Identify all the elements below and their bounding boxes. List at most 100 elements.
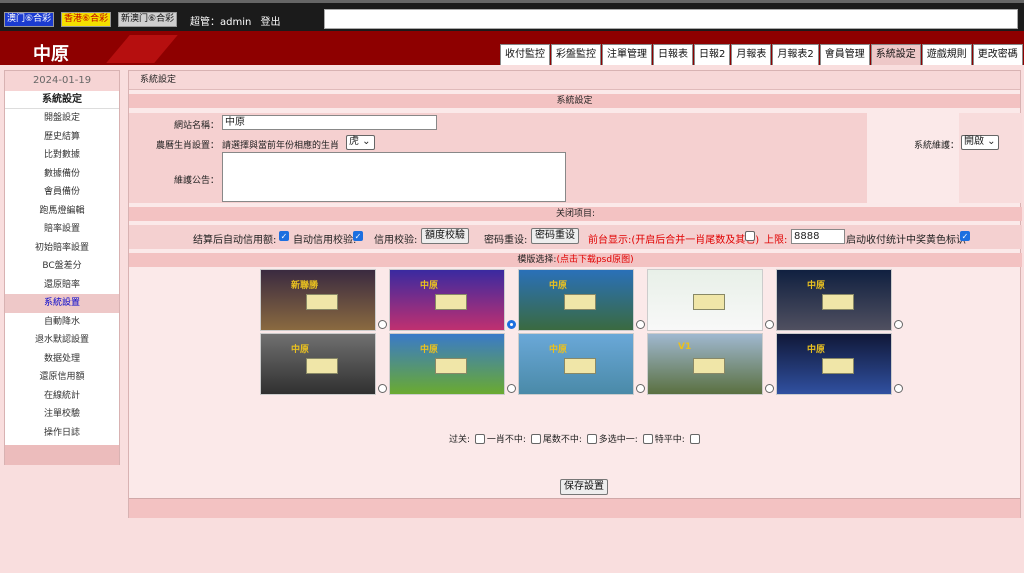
sidebar-item-11[interactable]: 自動降水 — [5, 313, 119, 332]
template-radio-9[interactable] — [894, 384, 903, 393]
template-thumbnail-2[interactable]: 中原 — [518, 269, 634, 331]
zodiac-select[interactable]: 虎 ⌄ — [346, 135, 375, 150]
sidebar-item-4[interactable]: 會員備份 — [5, 183, 119, 202]
sidebar-item-12[interactable]: 退水默認設置 — [5, 331, 119, 350]
sidebar-item-16[interactable]: 注單校驗 — [5, 405, 119, 424]
template-radio-4[interactable] — [894, 320, 903, 329]
logout-link[interactable]: 登出 — [261, 17, 281, 28]
template-thumbnail-5[interactable]: 中原 — [260, 333, 376, 395]
save-settings-button[interactable]: 保存設置 — [560, 479, 608, 495]
lottery-macau-link[interactable]: 澳门⑥合彩 — [4, 12, 55, 27]
sidebar-item-8[interactable]: BC盤差分 — [5, 257, 119, 276]
template-thumbnail-0[interactable]: 新聯勝 — [260, 269, 376, 331]
yellow-mark-checkbox[interactable]: ✓ — [960, 231, 970, 241]
maintenance-value: 開啟 — [964, 136, 984, 147]
pass-option-0: 一肖不中: — [486, 435, 526, 445]
pass-checkbox-0[interactable] — [474, 434, 485, 444]
credit-verify-button[interactable]: 額度校驗 — [421, 228, 469, 244]
sidebar-item-9[interactable]: 還原賠率 — [5, 276, 119, 295]
sidebar-item-3[interactable]: 數據備份 — [5, 165, 119, 184]
template-login-box-1 — [435, 294, 467, 310]
template-label-1: 中原 — [420, 281, 439, 291]
tab-0[interactable]: 收付監控 — [500, 44, 550, 65]
template-label-6: 中原 — [420, 345, 439, 355]
pass-checkbox-2[interactable] — [586, 434, 597, 444]
page-title: 系統設定 — [129, 71, 1020, 90]
yellow-mark-label: 启动收付统计中奖黄色标识 — [846, 235, 966, 246]
sidebar-item-14[interactable]: 還原信用額 — [5, 368, 119, 387]
sidebar-item-15[interactable]: 在線統計 — [5, 387, 119, 406]
template-thumbnail-9[interactable]: 中原 — [776, 333, 892, 395]
template-radio-5[interactable] — [378, 384, 387, 393]
template-radio-8[interactable] — [765, 384, 774, 393]
template-radio-0[interactable] — [378, 320, 387, 329]
template-login-box-0 — [306, 294, 338, 310]
sidebar-item-2[interactable]: 比對數據 — [5, 146, 119, 165]
sidebar-title: 系統設定 — [5, 91, 119, 109]
template-thumbnail-7[interactable]: 中原 — [518, 333, 634, 395]
pass-checkbox-4[interactable] — [689, 434, 700, 444]
sidebar-item-0[interactable]: 開盤設定 — [5, 109, 119, 128]
sidebar-item-10[interactable]: 系統設置 — [5, 294, 119, 313]
template-radio-2[interactable] — [636, 320, 645, 329]
template-label-4: 中原 — [807, 281, 826, 291]
upper-limit-input[interactable]: 8888 — [791, 229, 845, 244]
sidebar-item-1[interactable]: 歷史結算 — [5, 128, 119, 147]
notice-label: 維護公告： — [173, 176, 219, 186]
notice-textarea[interactable] — [222, 152, 566, 202]
tab-9[interactable]: 遊戲規則 — [921, 44, 972, 65]
tab-4[interactable]: 日報2 — [694, 44, 731, 65]
tab-2[interactable]: 注單管理 — [602, 44, 652, 65]
template-download-link[interactable]: (点击下载psd原图) — [556, 255, 633, 265]
maintenance-select[interactable]: 開啟 ⌄ — [961, 135, 999, 150]
template-thumbnail-8[interactable]: V1 — [647, 333, 763, 395]
tab-3[interactable]: 日報表 — [653, 44, 693, 65]
sidebar-item-7[interactable]: 初始賠率設置 — [5, 239, 119, 258]
front-merge-checkbox[interactable] — [745, 231, 755, 241]
tab-6[interactable]: 月報表2 — [772, 44, 819, 65]
template-radio-3[interactable] — [765, 320, 774, 329]
brand-logo: 中原 — [33, 44, 69, 65]
zodiac-value: 虎 — [349, 136, 359, 147]
lottery-new-macau-link[interactable]: 新澳门⑥合彩 — [118, 12, 178, 27]
sidebar-item-17[interactable]: 操作日誌 — [5, 424, 119, 443]
pass-checkbox-3[interactable] — [642, 434, 653, 444]
template-label-8: V1 — [678, 342, 692, 352]
sidebar-item-13[interactable]: 数据处理 — [5, 350, 119, 369]
template-label-7: 中原 — [549, 345, 568, 355]
user-info: 超管：admin 登出 — [190, 13, 287, 28]
template-login-box-3 — [693, 294, 725, 310]
template-thumbnail-4[interactable]: 中原 — [776, 269, 892, 331]
template-radio-1[interactable] — [507, 320, 516, 329]
main-footer — [129, 498, 1020, 518]
tab-7[interactable]: 會員管理 — [819, 44, 870, 65]
marquee-ticker — [324, 9, 1018, 29]
sidebar-item-6[interactable]: 賠率設置 — [5, 220, 119, 239]
auto-verify-label: 自动信用校验: — [293, 235, 357, 246]
sidebar-date: 2024-01-19 — [5, 71, 119, 91]
template-label-5: 中原 — [291, 345, 310, 355]
template-radio-7[interactable] — [636, 384, 645, 393]
settings-right-panel: 開啟 ⌄ — [959, 113, 1022, 203]
template-thumbnail-1[interactable]: 中原 — [389, 269, 505, 331]
tab-5[interactable]: 月報表 — [731, 44, 772, 65]
template-radio-6[interactable] — [507, 384, 516, 393]
tab-1[interactable]: 彩盤監控 — [551, 44, 601, 65]
template-login-box-5 — [306, 358, 338, 374]
sidebar-item-5[interactable]: 跑馬燈編輯 — [5, 202, 119, 221]
password-reset-button[interactable]: 密码重设 — [531, 228, 579, 244]
template-login-box-2 — [564, 294, 596, 310]
tab-10[interactable]: 更改密碼 — [972, 44, 1023, 65]
section-title: 系統設定 — [129, 94, 1020, 108]
template-thumbnail-6[interactable]: 中原 — [389, 333, 505, 395]
close-items-row: 结算后自动信用额: ✓ 自动信用校验: ✓ 信用校验: 額度校驗 密码重设: 密… — [129, 225, 1022, 249]
lottery-hongkong-link[interactable]: 香港⑥合彩 — [61, 12, 112, 27]
pass-checkbox-1[interactable] — [530, 434, 541, 444]
template-thumbnail-3[interactable] — [647, 269, 763, 331]
password-reset-label: 密码重设: — [484, 235, 528, 246]
user-label: 超管：admin — [190, 17, 252, 28]
auto-verify-checkbox[interactable]: ✓ — [353, 231, 363, 241]
site-name-input[interactable]: 中原 — [222, 115, 437, 130]
auto-credit-checkbox[interactable]: ✓ — [279, 231, 289, 241]
tab-8[interactable]: 系統設定 — [870, 44, 921, 65]
